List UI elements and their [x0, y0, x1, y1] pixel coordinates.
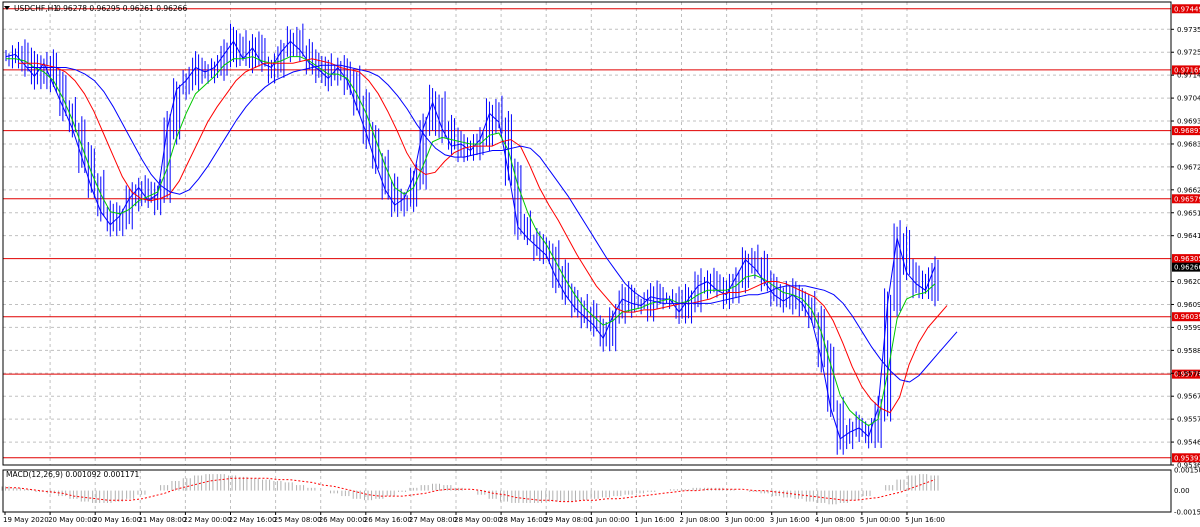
y-tick-label: 0.97145	[1177, 72, 1200, 80]
x-tick-label: 20 May 16:00	[93, 516, 141, 524]
x-tick-label: 4 Jun 08:00	[815, 516, 855, 524]
y-tick-label: 0.95780	[1177, 370, 1200, 378]
y-tick-label: 0.96515	[1177, 209, 1200, 217]
last-price-label: 0.96266	[1174, 264, 1200, 272]
y-tick-label: 0.95675	[1177, 393, 1200, 401]
y-tick-label: 0.96830	[1177, 140, 1200, 148]
y-tick-label: 0.95570	[1177, 416, 1200, 424]
x-tick-label: 22 May 00:00	[183, 516, 231, 524]
price-chart[interactable]: 0.974490.971690.968910.965790.963050.960…	[0, 0, 1200, 527]
y-tick-label: 0.97250	[1177, 49, 1200, 57]
macd-label: MACD(12,26,9) 0.001092 0.001171	[6, 470, 140, 479]
level-label: 0.96039	[1174, 313, 1200, 321]
y-tick-label: 0.96725	[1177, 163, 1200, 171]
y-tick-label: 0.96620	[1177, 186, 1200, 194]
x-tick-label: 1 Jun 16:00	[634, 516, 674, 524]
symbol-label: USDCHF,H1	[14, 4, 58, 13]
y-tick-label: 0.95360	[1177, 462, 1200, 470]
x-tick-label: 5 Jun 00:00	[860, 516, 900, 524]
y-tick-label: 0.96095	[1177, 301, 1200, 309]
x-tick-label: 28 May 00:00	[454, 516, 502, 524]
header: USDCHF,H1 0.96278 0.96295 0.96261 0.9626…	[4, 4, 187, 13]
level-label: 0.96579	[1174, 195, 1200, 203]
y-tick-label: 0.96200	[1177, 278, 1200, 286]
x-tick-label: 3 Jun 00:00	[725, 516, 765, 524]
x-tick-label: 29 May 08:00	[544, 516, 592, 524]
chart-background	[0, 0, 1200, 527]
x-tick-label: 20 May 00:00	[48, 516, 96, 524]
y-tick-label: 0.95465	[1177, 439, 1200, 447]
y-tick-label: 0.95885	[1177, 347, 1200, 355]
x-tick-label: 26 May 16:00	[364, 516, 412, 524]
macd-tick-label: 0.00	[1174, 487, 1190, 495]
y-tick-label: 0.95990	[1177, 324, 1200, 332]
x-tick-label: 25 May 08:00	[274, 516, 322, 524]
level-label: 0.96305	[1174, 255, 1200, 263]
x-tick-label: 19 May 2020	[3, 516, 49, 524]
x-tick-label: 5 Jun 16:00	[905, 516, 945, 524]
x-tick-label: 22 May 16:00	[229, 516, 277, 524]
x-tick-label: 1 Jun 00:00	[589, 516, 629, 524]
y-tick-label: 0.96935	[1177, 118, 1200, 126]
y-tick-label: 0.96410	[1177, 232, 1200, 240]
ohlc-readout: 0.96278 0.96295 0.96261 0.96266	[56, 4, 187, 13]
x-tick-label: 2 Jun 08:00	[680, 516, 720, 524]
x-tick-label: 27 May 08:00	[409, 516, 457, 524]
x-tick-label: 21 May 08:00	[138, 516, 186, 524]
y-tick-label: 0.97040	[1177, 95, 1200, 103]
y-tick-label: 0.97355	[1177, 26, 1200, 34]
x-tick-label: 3 Jun 16:00	[770, 516, 810, 524]
macd-tick-label: -0.00156	[1174, 509, 1200, 517]
x-tick-label: 26 May 00:00	[319, 516, 367, 524]
x-tick-label: 28 May 16:00	[499, 516, 547, 524]
level-label: 0.96891	[1174, 127, 1200, 135]
level-label: 0.97449	[1174, 5, 1200, 13]
